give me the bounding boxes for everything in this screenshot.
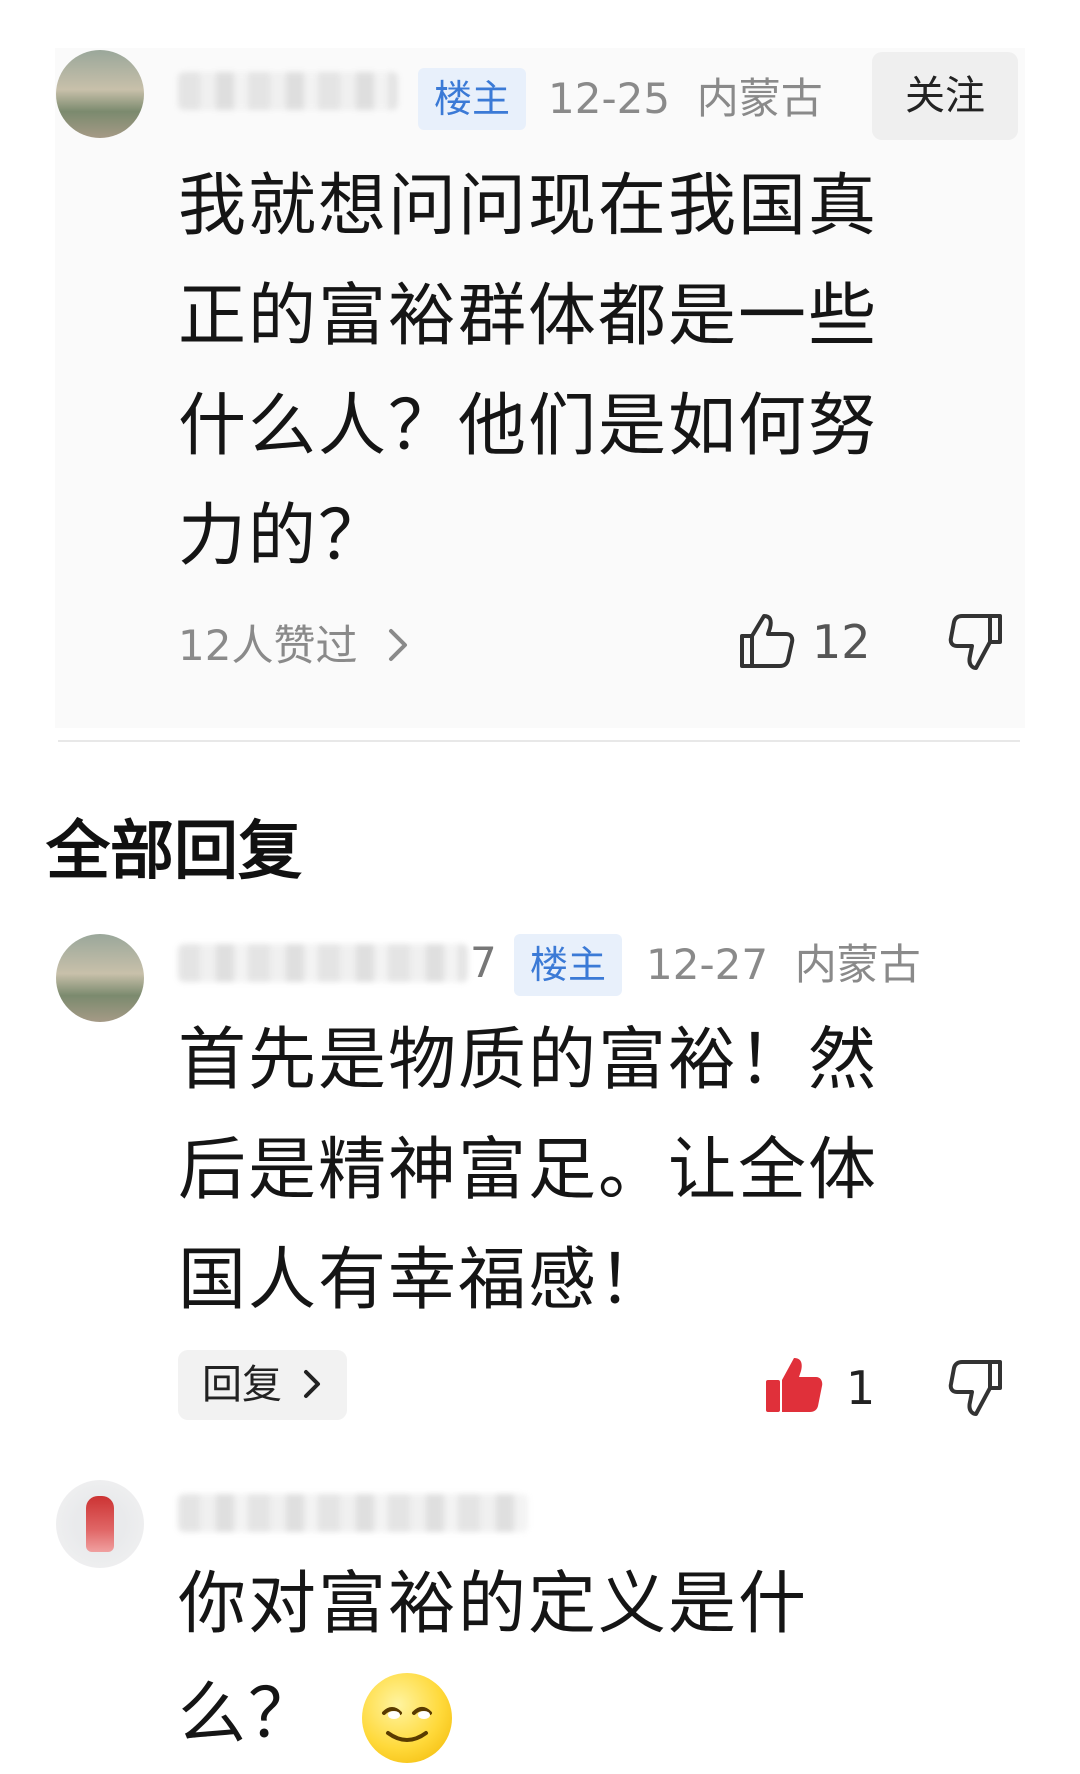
avatar[interactable]: [56, 934, 144, 1022]
avatar-figure: [86, 1496, 114, 1552]
reply-line: 国人有幸福感！: [178, 1241, 669, 1320]
post-date: 12-25: [548, 74, 671, 123]
reply-button[interactable]: 回复: [178, 1350, 347, 1420]
thumbs-down-icon: [948, 614, 1004, 676]
post-line: 我就想问问现在我国真: [178, 167, 879, 246]
thumbs-down-icon: [948, 1360, 1004, 1422]
chevron-right-icon: [385, 619, 411, 679]
reply-date: 12-27: [646, 940, 769, 989]
reply-line: 后是精神富足。让全体: [178, 1131, 879, 1210]
section-title: 全部回复: [46, 815, 302, 889]
reply-location: 内蒙古: [794, 940, 921, 989]
like-button[interactable]: [738, 610, 796, 674]
username-blurred[interactable]: [178, 72, 398, 110]
username-suffix: 7: [470, 938, 497, 987]
dislike-button[interactable]: [948, 1358, 1004, 1422]
username-blurred: [178, 944, 468, 982]
reply-line: 首先是物质的富裕！然: [178, 1021, 879, 1100]
chevron-right-icon: [301, 1352, 323, 1422]
like-count: 1: [846, 1361, 876, 1415]
reply-content: 首先是物质的富裕！然 后是精神富足。让全体 国人有幸福感！: [178, 1006, 998, 1336]
reply-line-text: 么？: [178, 1675, 319, 1754]
post-line: 什么人？他们是如何努: [178, 387, 879, 466]
smile-emoji-icon: [361, 1673, 452, 1764]
avatar[interactable]: [56, 1480, 144, 1568]
likers-link[interactable]: 12人赞过: [178, 616, 411, 679]
post-line: 正的富裕群体都是一些: [178, 277, 879, 356]
reply-meta: 12-27 内蒙古: [646, 934, 921, 996]
avatar[interactable]: [56, 50, 144, 138]
like-count: 12: [812, 615, 871, 669]
post-content: 我就想问问现在我国真 正的富裕群体都是一些 什么人？他们是如何努 力的？: [178, 152, 998, 592]
username-blurred[interactable]: [178, 1494, 528, 1532]
like-button-active[interactable]: [764, 1354, 824, 1418]
reply-username[interactable]: 7: [178, 938, 498, 988]
dislike-button[interactable]: [948, 612, 1004, 676]
reply-button-label: 回复: [202, 1362, 282, 1408]
divider: [58, 740, 1020, 742]
op-badge: 楼主: [418, 68, 527, 130]
post-meta: 12-25 内蒙古: [548, 68, 823, 130]
reply-content: 你对富裕的定义是什 么？: [178, 1550, 998, 1770]
op-badge: 楼主: [514, 934, 623, 996]
thumbs-up-icon: [764, 1358, 824, 1418]
thumbs-up-icon: [738, 614, 796, 674]
post-location: 内蒙古: [696, 74, 823, 123]
reply-line: 么？: [178, 1660, 998, 1770]
reply-line: 你对富裕的定义是什: [178, 1565, 809, 1644]
follow-button[interactable]: 关注: [872, 52, 1018, 140]
likers-text: 12人赞过: [178, 621, 358, 670]
post-line: 力的？: [178, 497, 389, 576]
